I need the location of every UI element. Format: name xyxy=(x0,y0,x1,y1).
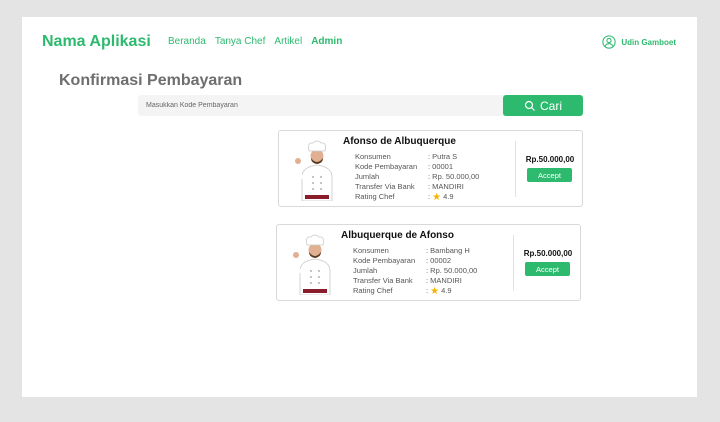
star-icon: ★ xyxy=(430,285,440,297)
user-name: Udin Gamboet xyxy=(621,37,676,47)
detail-row-jumlah: Jumlah : Rp. 50.000,00 xyxy=(355,172,479,182)
rating-value: 4.9 xyxy=(441,286,452,295)
main-nav: Beranda Tanya Chef Artikel Admin xyxy=(168,36,342,47)
payment-card: Afonso de Albuquerque Konsumen : Putra S… xyxy=(278,130,583,207)
payment-card: Albuquerque de Afonso Konsumen : Bambang… xyxy=(276,224,581,301)
star-icon: ★ xyxy=(432,191,442,203)
detail-label: Transfer Via Bank xyxy=(355,182,415,191)
search-input[interactable] xyxy=(138,95,503,116)
detail-value: : Bambang H xyxy=(426,246,470,255)
detail-value: : 00002 xyxy=(426,256,452,265)
detail-label: Jumlah xyxy=(353,266,378,275)
detail-row-kode: Kode Pembayaran : 00002 xyxy=(353,256,477,266)
user-icon xyxy=(602,35,616,49)
nav-artikel[interactable]: Artikel xyxy=(274,36,302,47)
detail-row-bank: Transfer Via Bank : MANDIRI xyxy=(353,276,477,286)
chef-name: Albuquerque de Afonso xyxy=(341,230,454,241)
search-icon xyxy=(524,100,535,111)
page-container: Nama Aplikasi Beranda Tanya Chef Artikel… xyxy=(22,17,697,397)
detail-value: : MANDIRI xyxy=(428,182,464,191)
detail-value: : Rp. 50.000,00 xyxy=(426,266,478,275)
detail-row-konsumen: Konsumen : Bambang H xyxy=(353,246,477,256)
detail-row-kode: Kode Pembayaran : 00001 xyxy=(355,162,479,172)
detail-row-rating: Rating Chef : ★ 4.9 xyxy=(355,192,479,202)
payment-price: Rp.50.000,00 xyxy=(523,249,573,258)
search-button[interactable]: Cari xyxy=(503,95,583,116)
nav-admin[interactable]: Admin xyxy=(311,36,342,47)
detail-value: : MANDIRI xyxy=(426,276,462,285)
rating-prefix: : xyxy=(426,286,429,295)
detail-value: : 00001 xyxy=(428,162,454,171)
app-brand[interactable]: Nama Aplikasi xyxy=(42,33,151,51)
detail-row-konsumen: Konsumen : Putra S xyxy=(355,152,479,162)
rating-prefix: : xyxy=(428,192,431,201)
detail-row-bank: Transfer Via Bank : MANDIRI xyxy=(355,182,479,192)
user-menu[interactable]: Udin Gamboet xyxy=(602,35,676,49)
card-divider xyxy=(513,235,514,291)
accept-button[interactable]: Accept xyxy=(525,262,570,276)
nav-tanya-chef[interactable]: Tanya Chef xyxy=(215,36,266,47)
detail-label: Jumlah xyxy=(355,172,380,181)
search-button-label: Cari xyxy=(539,98,562,113)
nav-beranda[interactable]: Beranda xyxy=(168,36,206,47)
detail-label: Konsumen xyxy=(355,152,391,161)
detail-value: : Rp. 50.000,00 xyxy=(428,172,480,181)
chef-name: Afonso de Albuquerque xyxy=(343,136,456,147)
rating-value-group: : ★ 4.9 xyxy=(426,286,452,296)
detail-label: Konsumen xyxy=(353,246,389,255)
detail-value: : Putra S xyxy=(428,152,458,161)
payment-price: Rp.50.000,00 xyxy=(525,155,575,164)
payment-details: Konsumen : Putra S Kode Pembayaran : 000… xyxy=(355,152,479,202)
detail-label: Kode Pembayaran xyxy=(355,162,418,171)
detail-label: Rating Chef xyxy=(355,192,395,201)
accept-button[interactable]: Accept xyxy=(527,168,572,182)
detail-row-rating: Rating Chef : ★ 4.9 xyxy=(353,286,477,296)
rating-value: 4.9 xyxy=(443,192,454,201)
chef-avatar-image xyxy=(295,140,333,201)
rating-value-group: : ★ 4.9 xyxy=(428,192,454,202)
detail-label: Kode Pembayaran xyxy=(353,256,416,265)
page-title: Konfirmasi Pembayaran xyxy=(59,72,243,89)
chef-avatar-image xyxy=(293,234,331,295)
search-bar: Cari xyxy=(138,95,583,116)
card-divider xyxy=(515,141,516,197)
detail-label: Transfer Via Bank xyxy=(353,276,413,285)
detail-row-jumlah: Jumlah : Rp. 50.000,00 xyxy=(353,266,477,276)
payment-details: Konsumen : Bambang H Kode Pembayaran : 0… xyxy=(353,246,477,296)
detail-label: Rating Chef xyxy=(353,286,393,295)
